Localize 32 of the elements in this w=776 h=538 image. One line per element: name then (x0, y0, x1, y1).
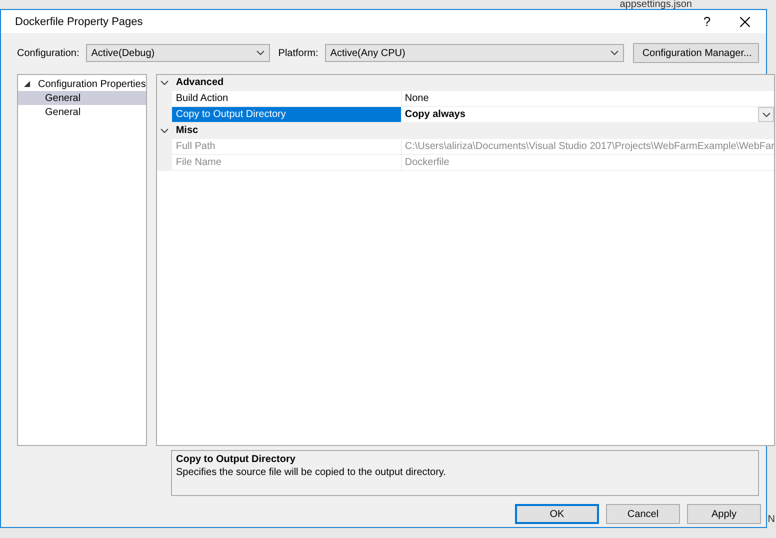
platform-label: Platform: (278, 48, 318, 58)
chevron-down-icon (610, 50, 620, 56)
dialog-button[interactable]: OK (515, 504, 599, 524)
property-value: Dockerfile (404, 157, 450, 168)
configuration-manager-button[interactable]: Configuration Manager... (633, 43, 759, 63)
close-icon[interactable] (740, 16, 750, 26)
property-value: Copy always (404, 109, 466, 120)
configuration-label: Configuration: (17, 48, 80, 58)
file-label: appsettings.json (620, 0, 692, 9)
expanded-triangle-icon[interactable] (24, 81, 30, 87)
tree-item[interactable]: General (18, 105, 146, 119)
window-title: Dockerfile Property Pages (15, 16, 144, 28)
property-name[interactable]: Copy to Output Directory (172, 107, 402, 122)
dialog-button[interactable]: Apply (687, 504, 761, 524)
chevron-down-icon (160, 80, 169, 86)
description-text: Specifies the source file will be copied to the output directory. (176, 467, 447, 478)
platform-dropdown[interactable]: Active(Any CPU) (325, 44, 624, 62)
description-title: Copy to Output Directory (176, 454, 296, 465)
help-button[interactable]: ? (692, 12, 722, 32)
tree-item[interactable]: Configuration Properties (18, 77, 146, 91)
edge-text: N (768, 514, 775, 525)
category-header: Advanced (172, 75, 774, 90)
value-dropdown-button[interactable] (758, 107, 774, 122)
chevron-down-icon (160, 128, 169, 134)
configuration-dropdown[interactable]: Active(Debug) (86, 44, 270, 62)
dialog-button[interactable]: Cancel (606, 504, 680, 524)
property-value: None (404, 93, 430, 104)
tree-item[interactable]: General (18, 91, 146, 105)
category-header: Misc (172, 123, 774, 138)
property-value: C:\Users\aliriza\Documents\Visual Studio 2017\Projects\WebFarmExample\WebFar (404, 141, 774, 152)
chevron-down-icon (762, 112, 771, 118)
chevron-down-icon (256, 50, 266, 56)
